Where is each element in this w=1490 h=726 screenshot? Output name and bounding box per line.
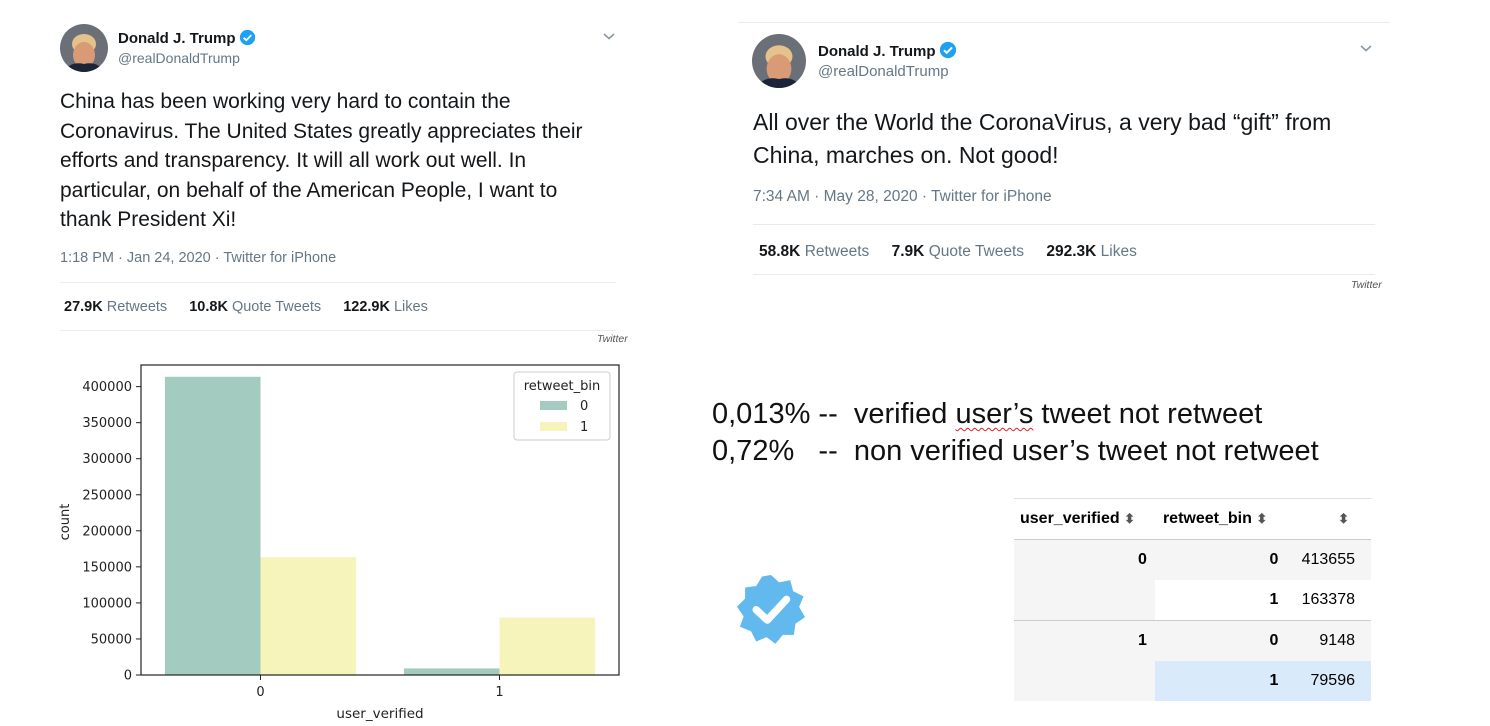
retweet-by-verification-bar-chart: 0 50000 100000 150000 200000 250000 300000 3500… bbox=[58, 364, 620, 722]
legend-title: retweet_bin bbox=[524, 379, 600, 394]
bar-verified-1-retweet-1 bbox=[499, 617, 596, 675]
bar-verified-1-retweet-0 bbox=[403, 668, 500, 675]
sort-icon[interactable]: ⬍ bbox=[1338, 511, 1349, 526]
tweet-text: All over the World the CoronaVirus, a ve… bbox=[753, 109, 1332, 168]
annotation-verified: 0,013% -- verified user’s tweet not retw… bbox=[712, 398, 1263, 430]
legend-label-0: 0 bbox=[580, 399, 588, 414]
retweet-bin-cell: 1 bbox=[1269, 591, 1279, 608]
legend-swatch-1 bbox=[540, 422, 567, 431]
annotation-non-verified: 0,72% -- non verified user’s tweet not r… bbox=[712, 435, 1319, 467]
author-handle[interactable]: @realDonaldTrump bbox=[118, 50, 240, 66]
chart-legend: retweet_bin 0 1 bbox=[513, 371, 611, 441]
col-header-user-verified[interactable]: user_verified ⬍ bbox=[1014, 499, 1155, 540]
count-cell: 413655 bbox=[1286, 539, 1371, 580]
retweets-count[interactable]: 58.8K Retweets bbox=[759, 243, 869, 260]
y-tick-label: 200000 bbox=[82, 524, 132, 539]
user-verified-cell: 0 bbox=[1014, 539, 1155, 580]
y-tick-label: 350000 bbox=[82, 416, 132, 431]
bar-verified-0-retweet-1 bbox=[260, 557, 357, 675]
image-source-caption: Twitter bbox=[1351, 279, 1382, 291]
tweet-timestamp[interactable]: 1:18 PM · Jan 24, 2020 · Twitter for iPh… bbox=[60, 250, 336, 266]
likes-count[interactable]: 122.9K Likes bbox=[343, 299, 428, 315]
sort-icon[interactable]: ⬍ bbox=[1124, 511, 1135, 526]
y-tick-label: 250000 bbox=[82, 488, 132, 503]
user-verified-cell bbox=[1014, 580, 1155, 621]
tweet-stats: 27.9K Retweets 10.8K Quote Tweets 122.9K… bbox=[64, 299, 428, 315]
tweet-card-1: Donald J. Trump @realDonaldTrump China h… bbox=[56, 20, 630, 350]
chevron-down-icon[interactable] bbox=[602, 28, 616, 46]
y-tick-label: 50000 bbox=[91, 632, 132, 647]
tweet-card-2: Donald J. Trump @realDonaldTrump All ove… bbox=[740, 30, 1390, 300]
col-header-retweet-bin[interactable]: retweet_bin ⬍ bbox=[1155, 499, 1286, 540]
verified-badge-icon bbox=[734, 572, 808, 651]
bar-verified-0-retweet-0 bbox=[164, 376, 261, 675]
author-name[interactable]: Donald J. Trump bbox=[118, 30, 236, 47]
likes-count[interactable]: 292.3K Likes bbox=[1046, 243, 1136, 260]
count-cell: 79596 bbox=[1286, 661, 1371, 701]
avatar[interactable] bbox=[752, 34, 806, 88]
table-row: 1 79596 bbox=[1014, 661, 1371, 701]
y-tick-label: 100000 bbox=[82, 596, 132, 611]
retweets-count[interactable]: 27.9K Retweets bbox=[64, 299, 167, 315]
crosstab-table: user_verified ⬍ retweet_bin ⬍ ⬍ 0 0 4136… bbox=[1014, 498, 1371, 701]
x-tick-label: 1 bbox=[495, 685, 503, 700]
tweet-text: China has been working very hard to cont… bbox=[60, 90, 583, 231]
divider bbox=[753, 224, 1375, 225]
divider bbox=[60, 282, 616, 283]
image-source-caption: Twitter bbox=[597, 333, 628, 345]
count-cell: 9148 bbox=[1286, 620, 1371, 661]
user-verified-cell bbox=[1014, 661, 1155, 701]
y-tick-label: 0 bbox=[124, 669, 132, 684]
table-row: 1 163378 bbox=[1014, 580, 1371, 621]
divider bbox=[60, 330, 616, 331]
y-tick-label: 400000 bbox=[82, 380, 132, 395]
chevron-down-icon[interactable] bbox=[1359, 40, 1373, 58]
tweet-stats: 58.8K Retweets 7.9K Quote Tweets 292.3K … bbox=[759, 243, 1137, 261]
count-cell: 163378 bbox=[1301, 591, 1355, 608]
quote-tweets-count[interactable]: 7.9K Quote Tweets bbox=[892, 243, 1024, 260]
divider bbox=[738, 22, 1390, 23]
table-row: 0 0 413655 bbox=[1014, 539, 1371, 580]
y-tick-label: 300000 bbox=[82, 452, 132, 467]
tweet-timestamp[interactable]: 7:34 AM · May 28, 2020 · Twitter for iPh… bbox=[753, 188, 1052, 206]
table-row: 1 0 9148 bbox=[1014, 620, 1371, 661]
x-tick-label: 0 bbox=[256, 685, 264, 700]
legend-swatch-0 bbox=[540, 401, 567, 410]
author-name[interactable]: Donald J. Trump bbox=[818, 43, 936, 60]
quote-tweets-count[interactable]: 10.8K Quote Tweets bbox=[189, 299, 321, 315]
avatar[interactable] bbox=[60, 24, 108, 72]
legend-label-1: 1 bbox=[580, 420, 588, 435]
verified-badge-icon bbox=[239, 29, 256, 51]
user-verified-cell: 1 bbox=[1014, 620, 1155, 661]
col-header-count[interactable]: ⬍ bbox=[1286, 499, 1371, 540]
y-tick-label: 150000 bbox=[82, 560, 132, 575]
retweet-bin-cell: 0 bbox=[1154, 539, 1287, 580]
verified-badge-icon bbox=[939, 41, 957, 64]
divider bbox=[753, 274, 1375, 275]
sort-icon[interactable]: ⬍ bbox=[1256, 511, 1267, 526]
retweet-bin-cell: 0 bbox=[1154, 620, 1287, 661]
y-axis-label: count bbox=[58, 504, 73, 541]
x-axis-label: user_verified bbox=[336, 706, 423, 722]
retweet-bin-cell: 1 bbox=[1154, 661, 1287, 701]
author-handle[interactable]: @realDonaldTrump bbox=[818, 63, 949, 80]
